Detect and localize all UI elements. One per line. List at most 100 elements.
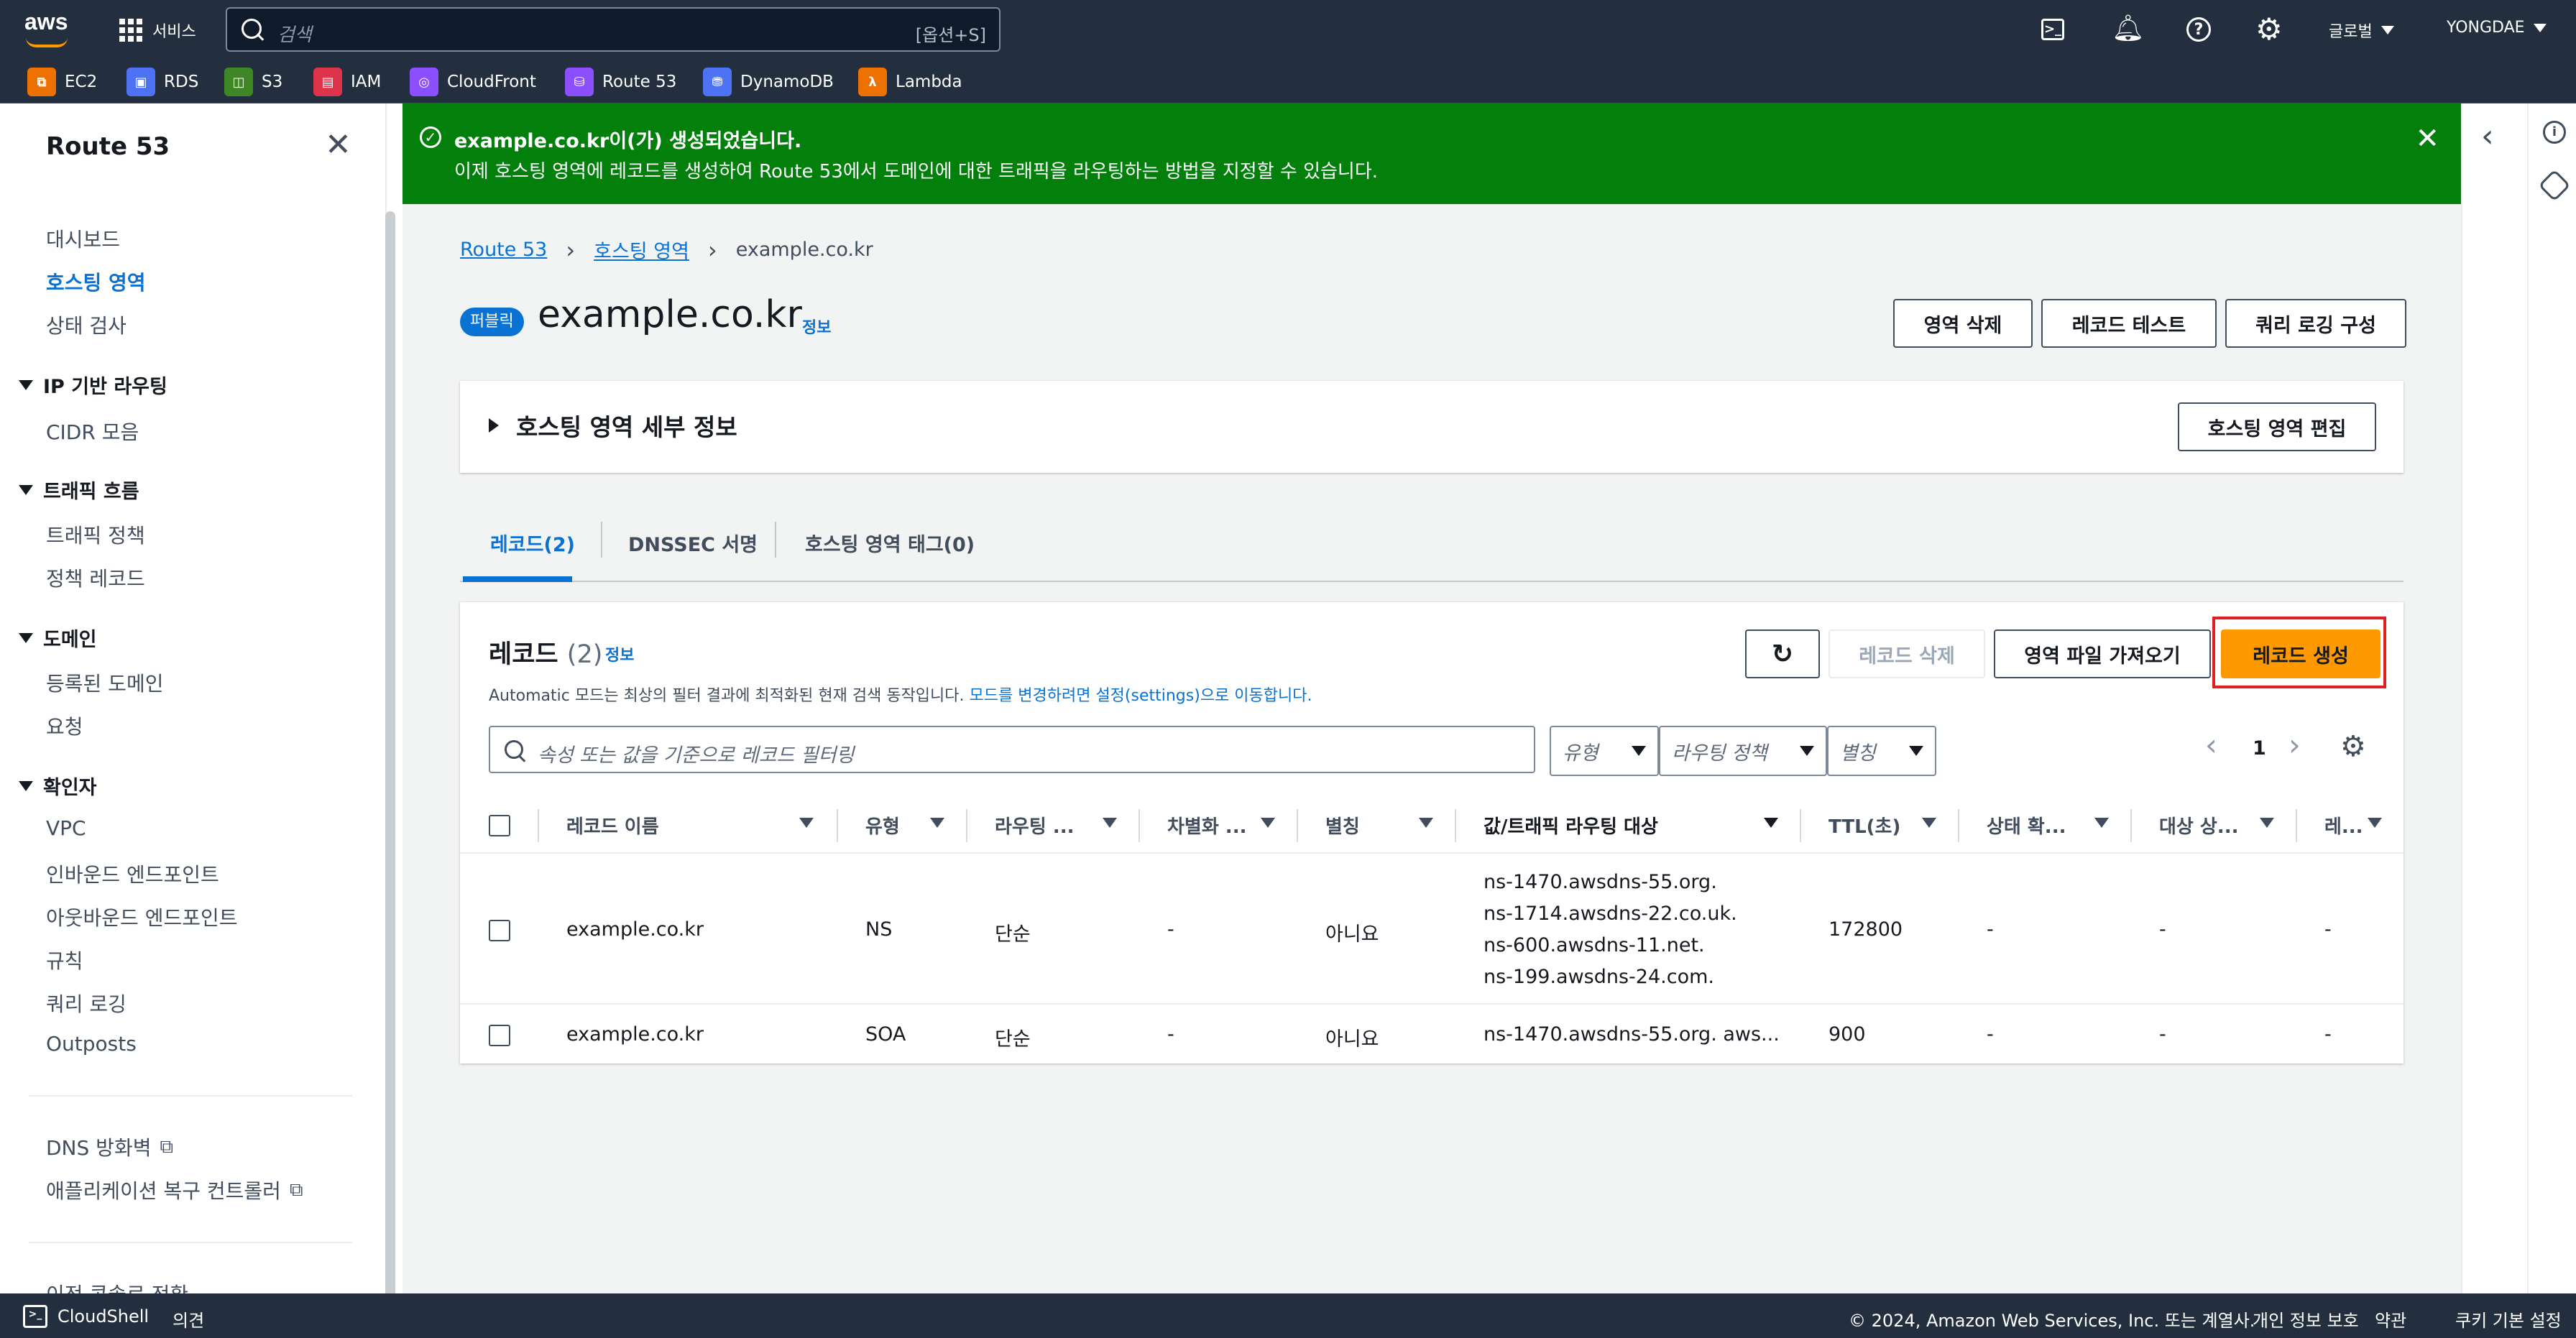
sidebar-link-arc[interactable]: 애플리케이션 복구 컨트롤러 ⧉: [46, 1176, 303, 1204]
sort-icon[interactable]: [1922, 818, 1936, 828]
records-filter-input[interactable]: 속성 또는 값을 기준으로 레코드 필터링: [489, 726, 1535, 773]
next-page-icon[interactable]: ›: [2288, 727, 2301, 762]
sidebar-item-outposts[interactable]: Outposts: [46, 1032, 137, 1056]
sort-icon[interactable]: [1261, 818, 1275, 828]
favorite-route53[interactable]: ⛁ Route 53: [565, 68, 676, 96]
feedback-link[interactable]: 의견: [172, 1306, 204, 1332]
info-icon[interactable]: i: [2543, 121, 2566, 144]
sidebar-item-policy-records[interactable]: 정책 레코드: [46, 563, 145, 592]
tab-dnssec[interactable]: DNSSEC 서명: [628, 529, 758, 557]
sidebar-item-rules[interactable]: 규칙: [46, 946, 83, 974]
settings-link[interactable]: 모드를 변경하려면 설정(settings)으로 이동합니다.: [970, 687, 1312, 705]
cookie-preferences-link[interactable]: 쿠키 기본 설정: [2455, 1306, 2562, 1332]
column-differentiator[interactable]: 차별화 ...: [1167, 812, 1246, 839]
column-target-health[interactable]: 대상 상...: [2159, 812, 2238, 839]
sidebar-item-registered-domains[interactable]: 등록된 도메인: [46, 668, 163, 697]
sidebar-item-outbound-endpoints[interactable]: 아웃바운드 엔드포인트: [46, 903, 238, 931]
sidebar-item-query-logging[interactable]: 쿼리 로깅: [46, 989, 126, 1018]
tab-active-indicator: [463, 576, 572, 582]
column-health-check[interactable]: 상태 확...: [1987, 812, 2066, 839]
services-menu[interactable]: 서비스: [119, 16, 196, 45]
delete-zone-button[interactable]: 영역 삭제: [1893, 299, 2033, 348]
help-panel-icon[interactable]: [2538, 169, 2571, 202]
column-type[interactable]: 유형: [865, 812, 900, 839]
edit-zone-button[interactable]: 호스팅 영역 편집: [2178, 402, 2376, 451]
info-link[interactable]: 정보: [802, 315, 831, 338]
previous-page-icon[interactable]: ‹: [2205, 727, 2217, 762]
aws-logo[interactable]: aws: [24, 9, 75, 49]
breadcrumb-hosted-zones[interactable]: 호스팅 영역: [594, 236, 689, 264]
close-icon[interactable]: ✕: [2415, 122, 2439, 155]
sort-icon[interactable]: [1419, 818, 1433, 828]
sidebar-item-inbound-endpoints[interactable]: 인바운드 엔드포인트: [46, 859, 219, 888]
caret-down-icon: [19, 484, 33, 495]
query-logging-button[interactable]: 쿼리 로깅 구성: [2225, 299, 2406, 348]
sidebar-item-dashboard[interactable]: 대시보드: [46, 224, 120, 253]
column-record-id[interactable]: 레...: [2324, 812, 2363, 839]
favorite-dynamodb[interactable]: ⛃ DynamoDB: [703, 68, 834, 96]
account-menu[interactable]: YONGDAE: [2447, 19, 2547, 37]
page-number[interactable]: 1: [2253, 737, 2266, 760]
sidebar-section-ip-routing[interactable]: IP 기반 라우팅: [19, 371, 167, 399]
sidebar-scrollbar[interactable]: [385, 211, 395, 1325]
sort-icon[interactable]: [2368, 818, 2382, 828]
sidebar-item-cidr[interactable]: CIDR 모음: [46, 417, 139, 446]
help-icon[interactable]: ?: [2186, 17, 2211, 42]
import-zone-file-button[interactable]: 영역 파일 가져오기: [1994, 629, 2211, 678]
cloudshell-button[interactable]: >_ CloudShell: [23, 1305, 149, 1328]
row-checkbox[interactable]: [489, 1025, 510, 1046]
sidebar-item-hosted-zones[interactable]: 호스팅 영역: [46, 267, 146, 296]
sort-icon[interactable]: [2094, 818, 2109, 828]
delete-record-button[interactable]: 레코드 삭제: [1828, 629, 1985, 678]
test-record-button[interactable]: 레코드 테스트: [2041, 299, 2217, 348]
privacy-link[interactable]: 개인 정보 보호: [2253, 1306, 2359, 1332]
refresh-button[interactable]: ↻: [1745, 629, 1820, 678]
favorite-ec2[interactable]: ⧉ EC2: [27, 68, 97, 96]
notifications-icon[interactable]: 🔔︎: [2112, 14, 2145, 43]
sort-icon[interactable]: [2260, 818, 2274, 828]
sidebar-item-traffic-policies[interactable]: 트래픽 정책: [46, 520, 145, 549]
sidebar-section-domains[interactable]: 도메인: [19, 624, 97, 652]
column-record-name[interactable]: 레코드 이름: [566, 812, 659, 839]
favorite-lambda[interactable]: λ Lambda: [858, 68, 962, 96]
routing-policy-filter-select[interactable]: 라우팅 정책: [1659, 726, 1827, 776]
sidebar-section-traffic-flow[interactable]: 트래픽 흐름: [19, 476, 139, 504]
sort-icon[interactable]: [799, 818, 814, 828]
sidebar-item-vpc[interactable]: VPC: [46, 816, 86, 840]
select-all-checkbox[interactable]: [489, 815, 510, 836]
cloudshell-icon[interactable]: >_: [2041, 19, 2064, 40]
type-filter-select[interactable]: 유형: [1550, 726, 1659, 776]
settings-icon[interactable]: ⚙: [2255, 11, 2283, 47]
details-expander[interactable]: 호스팅 영역 세부 정보: [489, 408, 737, 443]
sidebar-section-resolver[interactable]: 확인자: [19, 772, 97, 800]
tab-tags[interactable]: 호스팅 영역 태그(0): [805, 529, 975, 557]
table-row[interactable]: [460, 854, 2404, 1005]
info-link[interactable]: 정보: [605, 642, 634, 665]
row-checkbox[interactable]: [489, 920, 510, 941]
sort-icon[interactable]: [1764, 818, 1778, 828]
favorite-rds[interactable]: ▣ RDS: [126, 68, 198, 96]
create-record-button[interactable]: 레코드 생성: [2221, 629, 2380, 678]
sort-icon[interactable]: [1103, 818, 1117, 828]
sidebar-item-health-checks[interactable]: 상태 검사: [46, 310, 126, 339]
sidebar-link-dns-firewall[interactable]: DNS 방화벽 ⧉: [46, 1132, 173, 1161]
favorite-iam[interactable]: ▤ IAM: [313, 68, 381, 96]
terms-link[interactable]: 약관: [2375, 1306, 2406, 1332]
sort-icon[interactable]: [930, 818, 944, 828]
table-row[interactable]: [460, 1005, 2404, 1064]
column-routing[interactable]: 라우팅 ...: [995, 812, 1074, 839]
alias-filter-select[interactable]: 별칭: [1827, 726, 1936, 776]
column-alias[interactable]: 별칭: [1325, 812, 1360, 839]
close-icon[interactable]: ✕: [325, 129, 351, 161]
favorite-cloudfront[interactable]: ◎ CloudFront: [410, 68, 536, 96]
preferences-icon[interactable]: ⚙: [2340, 730, 2366, 763]
collapse-panel-icon[interactable]: ‹: [2481, 118, 2494, 154]
column-ttl[interactable]: TTL(초): [1828, 812, 1900, 839]
breadcrumb-route53[interactable]: Route 53: [460, 239, 547, 261]
favorite-s3[interactable]: ◫ S3: [224, 68, 282, 96]
sidebar-item-requests[interactable]: 요청: [46, 711, 83, 740]
region-selector[interactable]: 글로벌: [2329, 19, 2394, 42]
tab-records[interactable]: 레코드(2): [490, 529, 575, 557]
column-value[interactable]: 값/트래픽 라우팅 대상: [1484, 812, 1658, 839]
search-input[interactable]: 검색 [옵션+S]: [226, 7, 1000, 52]
